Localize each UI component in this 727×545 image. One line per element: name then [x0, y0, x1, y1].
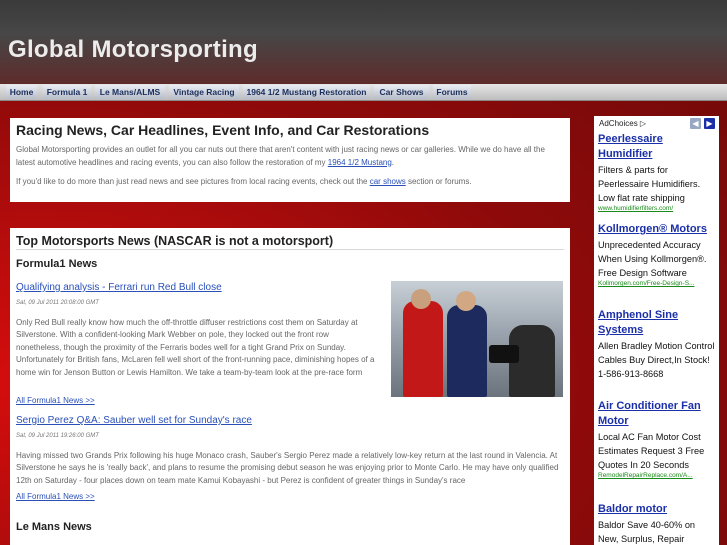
intro-heading: Racing News, Car Headlines, Event Info, … [16, 122, 430, 138]
news-panel: Top Motorsports News (NASCAR is not a mo… [10, 228, 570, 545]
ad-item: Air Conditioner Fan Motor Local AC Fan M… [598, 399, 716, 479]
nav-home[interactable]: Home [6, 85, 37, 99]
ad-title[interactable]: Kollmorgen® Motors [598, 222, 716, 237]
f1-drivers-photo [391, 281, 563, 397]
ad-item: Amphenol Sine Systems Allen Bradley Moti… [598, 308, 716, 381]
ad-item: Kollmorgen® Motors Unprecedented Accurac… [598, 222, 716, 287]
formula1-section-heading: Formula1 News [16, 258, 98, 270]
intro-p1-text: Global Motorsporting provides an outlet … [16, 145, 545, 167]
article-1-body: Only Red Bull really know how much the o… [16, 318, 375, 377]
ad-next-icon[interactable]: ▶ [704, 118, 715, 129]
article-2-more-link[interactable]: All Formula1 News >> [16, 492, 95, 501]
main-nav: Home Formula 1 Le Mans/ALMS Vintage Raci… [0, 84, 727, 101]
ad-prev-icon[interactable]: ◀ [690, 118, 701, 129]
nav-mustang-restoration[interactable]: 1964 1/2 Mustang Restoration [243, 85, 370, 99]
ad-text: Allen Bradley Motion Control Cables Buy … [598, 341, 715, 379]
article-2-body: Having missed two Grands Prix following … [16, 451, 559, 485]
intro-p1-end: . [391, 157, 395, 167]
site-title[interactable]: Global Motorsporting [8, 36, 258, 64]
adchoices-text: AdChoices [599, 119, 638, 128]
ad-text: Baldor Save 40-60% on New, Surplus, Repa… [598, 520, 696, 544]
photo-driver-blue-head [456, 291, 476, 311]
intro-paragraph-1: Global Motorsporting provides an outlet … [16, 144, 564, 169]
article-2-headline[interactable]: Sergio Perez Q&A: Sauber well set for Su… [16, 415, 252, 426]
article-1-date: Sat, 09 Jul 2011 20:08:00 GMT [16, 300, 99, 306]
nav-formula-1[interactable]: Formula 1 [43, 85, 91, 99]
nav-car-shows[interactable]: Car Shows [374, 85, 429, 99]
ad-sidebar: AdChoices ▷ ◀ ▶ Peerlessaire Humidifier … [594, 116, 719, 545]
car-shows-link[interactable]: car shows [370, 177, 406, 186]
article-2-date: Sat, 09 Jul 2011 19:26:00 GMT [16, 433, 99, 439]
article-1-headline[interactable]: Qualifying analysis - Ferrari run Red Bu… [16, 282, 222, 293]
intro-p2-text: If you'd like to do more than just read … [16, 177, 368, 186]
ad-item: Peerlessaire Humidifier Filters & parts … [598, 132, 716, 212]
ad-url[interactable]: RemodelRepairReplace.com/A... [598, 472, 716, 479]
ad-text: Local AC Fan Motor Cost Estimates Reques… [598, 432, 705, 470]
intro-panel: Racing News, Car Headlines, Event Info, … [10, 118, 570, 202]
ad-item: Baldor motor Baldor Save 40-60% on New, … [598, 502, 716, 545]
intro-paragraph-2: If you'd like to do more than just read … [16, 176, 564, 189]
nav-le-mans[interactable]: Le Mans/ALMS [95, 85, 165, 99]
ad-url[interactable]: www.humidifierfilters.com/ [598, 205, 716, 212]
ad-text: Unprecedented Accuracy When Using Kollmo… [598, 240, 707, 278]
ad-title[interactable]: Peerlessaire Humidifier [598, 132, 716, 162]
mustang-link[interactable]: 1964 1/2 Mustang [328, 158, 392, 167]
photo-driver-red [403, 301, 443, 397]
ad-title[interactable]: Baldor motor [598, 502, 716, 517]
photo-camera [489, 345, 519, 363]
ad-title[interactable]: Air Conditioner Fan Motor [598, 399, 716, 429]
ad-text: Filters & parts for Peerlessaire Humidif… [598, 165, 701, 203]
adchoices-icon: ▷ [639, 119, 647, 128]
adchoices-label[interactable]: AdChoices ▷ [599, 119, 646, 128]
ad-url[interactable]: Kollmorgen.com/Free-Design-S... [598, 280, 716, 287]
nav-forums[interactable]: Forums [433, 85, 471, 99]
ad-title[interactable]: Amphenol Sine Systems [598, 308, 716, 338]
nav-vintage-racing[interactable]: Vintage Racing [169, 85, 239, 99]
intro-p2-end: section or forums. [407, 177, 472, 186]
photo-driver-red-head [411, 289, 431, 309]
news-divider [16, 249, 564, 250]
article-1-more-link[interactable]: All Formula1 News >> [16, 396, 95, 405]
le-mans-section-heading: Le Mans News [16, 521, 92, 533]
site-header: Global Motorsporting [0, 0, 727, 84]
news-heading: Top Motorsports News (NASCAR is not a mo… [16, 234, 334, 248]
photo-driver-blue [447, 305, 487, 397]
